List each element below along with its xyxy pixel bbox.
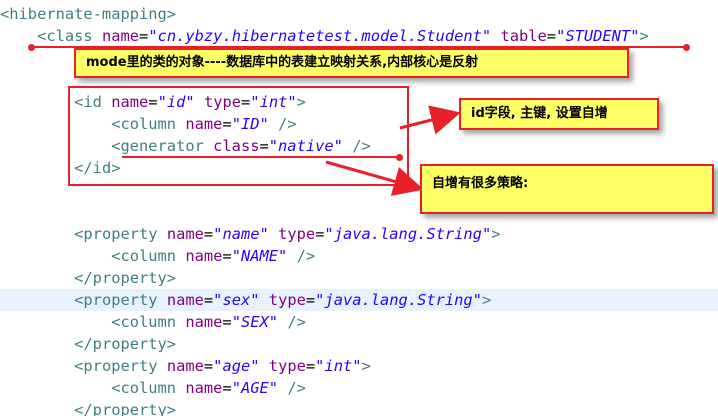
class-mapping-callout: mode里的类的对象----数据库中的表建立映射关系,内部核心是反射: [74, 48, 629, 78]
id-field-callout: id字段, 主键, 设置自增: [459, 98, 659, 130]
arrow-to-id-note: [399, 105, 461, 135]
generator-strategy-callout: 自增有很多策略:: [420, 164, 714, 214]
arrow-to-generator-note: [325, 160, 424, 196]
